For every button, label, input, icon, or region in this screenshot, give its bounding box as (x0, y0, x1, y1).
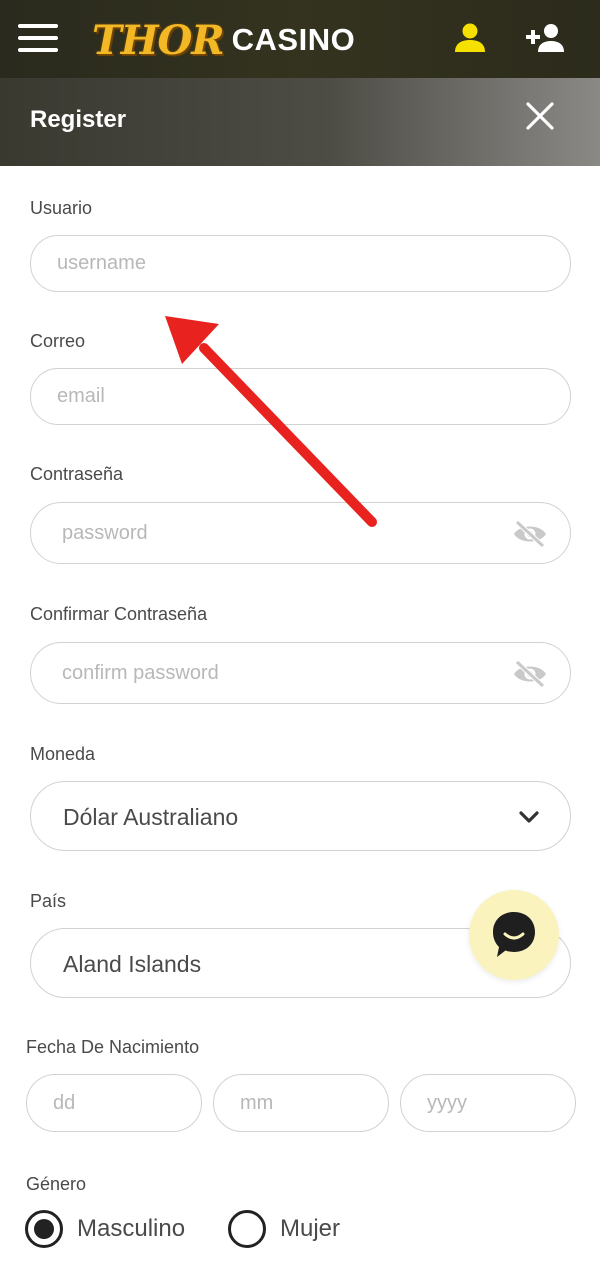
birth-day-input[interactable] (26, 1074, 202, 1132)
birth-month-input[interactable] (213, 1074, 389, 1132)
confirm-password-label: Confirmar Contraseña (30, 604, 208, 624)
gender-option-masculino[interactable]: Masculino (25, 1210, 185, 1248)
birth-year-input[interactable] (400, 1074, 576, 1132)
eye-slash-icon[interactable] (512, 659, 548, 689)
password-input[interactable] (30, 502, 571, 564)
radio-masculino[interactable] (25, 1210, 63, 1248)
close-icon[interactable] (524, 100, 556, 132)
gender-option-mujer[interactable]: Mujer (228, 1210, 340, 1248)
confirm-password-input[interactable] (30, 642, 571, 704)
birthdate-label: Fecha De Nacimiento (26, 1037, 200, 1057)
gender-option-label: Masculino (77, 1215, 186, 1242)
currency-value: Dólar Australiano (63, 804, 239, 830)
logo-casino-text: CASINO (231, 22, 356, 57)
gender-option-label: Mujer (280, 1215, 341, 1242)
logo[interactable]: THOR CASINO (92, 14, 355, 66)
user-icon[interactable] (452, 20, 488, 56)
eye-slash-icon[interactable] (512, 519, 548, 549)
register-header: Register (0, 78, 600, 166)
chat-icon (493, 912, 535, 957)
register-title: Register (30, 106, 127, 133)
radio-mujer[interactable] (228, 1210, 266, 1248)
chat-button[interactable] (469, 890, 559, 980)
password-label: Contraseña (30, 464, 124, 484)
email-input[interactable] (30, 368, 571, 425)
email-label: Correo (30, 331, 86, 351)
gender-label: Género (26, 1174, 87, 1194)
add-user-icon[interactable] (524, 18, 568, 58)
menu-icon[interactable] (18, 24, 58, 52)
chevron-down-icon (519, 811, 539, 823)
username-input[interactable] (30, 235, 571, 292)
username-label: Usuario (30, 198, 93, 218)
country-label: País (30, 891, 67, 911)
country-value: Aland Islands (63, 951, 202, 977)
top-bar: THOR CASINO (0, 0, 600, 78)
currency-label: Moneda (30, 744, 96, 764)
logo-thor-text: THOR (92, 16, 225, 64)
currency-select[interactable]: Dólar Australiano (30, 781, 571, 851)
